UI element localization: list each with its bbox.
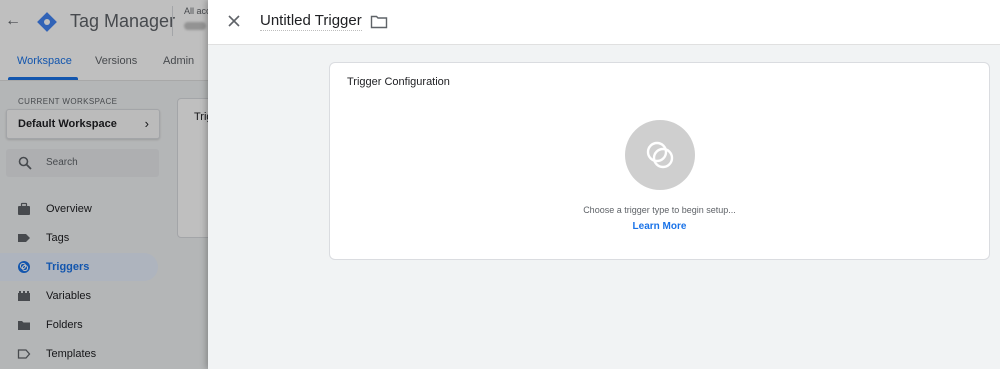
modal-scrim[interactable] xyxy=(0,0,208,369)
folder-icon[interactable] xyxy=(370,14,388,30)
panel-header: Untitled Trigger xyxy=(208,0,1000,45)
learn-more-link[interactable]: Learn More xyxy=(330,221,989,232)
trigger-editor-panel: Untitled Trigger Trigger Configuration C… xyxy=(208,0,1000,369)
trigger-configuration-title: Trigger Configuration xyxy=(347,76,450,88)
trigger-type-icon xyxy=(646,141,674,169)
trigger-type-placeholder[interactable] xyxy=(625,120,695,190)
trigger-name-input[interactable]: Untitled Trigger xyxy=(260,12,362,31)
choose-trigger-hint: Choose a trigger type to begin setup... xyxy=(583,205,736,215)
close-icon[interactable] xyxy=(226,13,242,29)
trigger-configuration-card[interactable]: Trigger Configuration Choose a trigger t… xyxy=(329,62,990,260)
